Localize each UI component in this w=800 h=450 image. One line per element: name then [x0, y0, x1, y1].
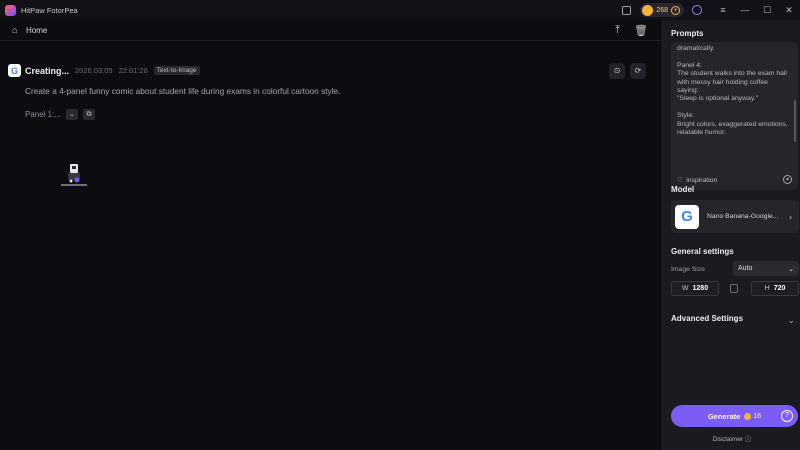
- regenerate-icon[interactable]: ⟳: [630, 63, 646, 79]
- title-bar-controls: 268 + ≡ — ☐ ✕: [622, 0, 800, 20]
- model-selector[interactable]: G Nano Banana-Google... ›: [671, 200, 799, 233]
- task-header: G Creating... 2026.03.05 22:01:28 Text-t…: [8, 64, 200, 77]
- credits-badge[interactable]: 268 +: [640, 3, 684, 17]
- prompt-line: Bright colors, exaggerated emotions,: [677, 120, 788, 128]
- generate-cost: 16: [753, 412, 762, 420]
- task-time: 22:01:28: [118, 66, 148, 75]
- prompt-line: The student walks into the exam hall: [677, 70, 787, 78]
- panel-label: Panel 1:...: [25, 110, 62, 119]
- model-heading: Model: [671, 185, 695, 194]
- image-size-select[interactable]: Auto ⌄: [733, 261, 799, 276]
- nav-bar: ⌂ Home ⤒ 🗑: [0, 20, 662, 41]
- submit-prompt-icon[interactable]: ▲: [783, 175, 792, 184]
- height-field[interactable]: H 720: [751, 281, 799, 296]
- height-key: H: [764, 285, 770, 292]
- maximize-icon[interactable]: ☐: [756, 5, 778, 16]
- coin-icon: [642, 4, 654, 16]
- general-settings-heading: General settings: [671, 247, 734, 256]
- upload-icon[interactable]: ⤒: [615, 24, 620, 37]
- add-credits-icon[interactable]: +: [671, 5, 680, 15]
- google-model-icon: G: [8, 64, 21, 77]
- close-icon[interactable]: ✕: [778, 5, 800, 16]
- message-icon[interactable]: [622, 5, 632, 15]
- width-field[interactable]: W 1280: [671, 281, 719, 296]
- copy-icon[interactable]: ⧉: [83, 109, 96, 120]
- expand-chevron-icon[interactable]: ⌄: [66, 109, 79, 120]
- google-logo-icon: G: [675, 204, 699, 229]
- coin-icon: [744, 412, 752, 420]
- user-icon[interactable]: [692, 5, 702, 15]
- prompt-line: saying:: [677, 86, 699, 94]
- prompt-text-area[interactable]: dramatically. Panel 4: The student walks i…: [677, 45, 792, 137]
- home-icon[interactable]: ⌂: [12, 25, 21, 35]
- minimize-icon[interactable]: —: [734, 5, 756, 15]
- prompt-line: [677, 53, 792, 61]
- task-date: 2026.03.05: [75, 66, 113, 75]
- menu-icon[interactable]: ≡: [712, 5, 734, 15]
- prompts-heading: Prompts: [671, 29, 704, 38]
- prompt-line: dramatically.: [677, 45, 715, 52]
- model-name: Nano Banana-Google...: [707, 213, 779, 220]
- inspiration-label: inspiration: [686, 176, 718, 184]
- height-value: 720: [773, 285, 786, 292]
- width-value: 1280: [692, 285, 709, 292]
- prompt-line: [677, 104, 792, 112]
- chevron-down-icon: ⌄: [788, 265, 794, 273]
- chevron-down-icon[interactable]: ⌄: [788, 316, 795, 325]
- generate-button[interactable]: Generate 16 ?: [671, 405, 798, 427]
- image-size-label: Image Size: [671, 266, 706, 273]
- disclaimer-link[interactable]: Disclaimer ⓘ: [663, 433, 800, 443]
- panel-row: Panel 1:... ⌄ ⧉: [25, 109, 96, 120]
- task-prompt: Create a 4-panel funny comic about stude…: [25, 86, 341, 96]
- image-size-value: Auto: [738, 265, 753, 272]
- task-status: Creating...: [25, 65, 70, 76]
- credits-count: 268: [656, 6, 668, 14]
- generate-label: Generate: [707, 411, 741, 421]
- app-title: HitPaw FotorPea: [21, 5, 78, 15]
- trash-icon[interactable]: 🗑: [634, 24, 648, 37]
- loading-animation-icon: [61, 164, 87, 186]
- prompt-line: Panel 4:: [677, 61, 702, 69]
- chevron-right-icon: ›: [789, 211, 792, 222]
- app-logo: [5, 4, 16, 16]
- help-icon[interactable]: ?: [781, 410, 793, 422]
- prompt-editor[interactable]: dramatically. Panel 4: The student walks i…: [671, 42, 798, 190]
- prompt-line: "Sleep is optional anyway.": [677, 95, 759, 103]
- nav-actions: ⤒ 🗑: [615, 24, 648, 37]
- width-key: W: [681, 285, 689, 292]
- reuse-icon[interactable]: ⊙: [609, 63, 625, 79]
- home-link[interactable]: Home: [26, 26, 47, 35]
- task-type-tag: Text-to-Image: [153, 66, 200, 75]
- prompt-line: Style:: [677, 112, 694, 120]
- lightbulb-icon: ♡: [677, 177, 684, 184]
- prompt-scrollbar[interactable]: [794, 100, 796, 142]
- settings-sidebar: Prompts dramatically. Panel 4: The student…: [662, 20, 800, 450]
- inspiration-button[interactable]: ♡ inspiration: [677, 176, 718, 185]
- task-actions: ⊙ ⟳: [609, 63, 646, 79]
- lock-aspect-icon[interactable]: [730, 284, 738, 293]
- prompt-line: with messy hair holding coffee: [677, 78, 768, 86]
- disclaimer-label: Disclaimer: [712, 436, 744, 443]
- prompt-line: relatable humor.: [677, 128, 726, 136]
- advanced-settings-toggle[interactable]: Advanced Settings: [671, 314, 743, 323]
- title-bar: HitPaw FotorPea 268 + ≡ — ☐ ✕: [0, 0, 800, 20]
